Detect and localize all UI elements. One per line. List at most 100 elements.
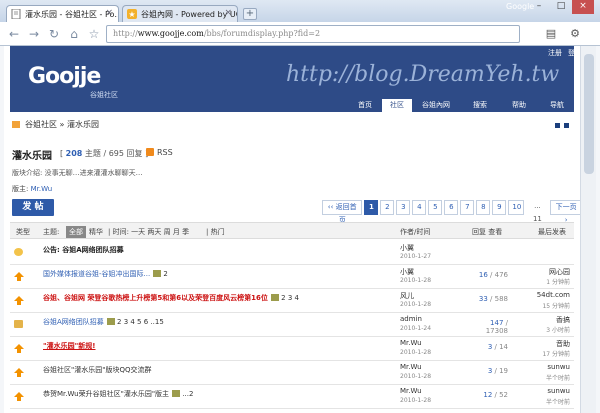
- url-host: www.goojje.com: [137, 29, 204, 38]
- page-link[interactable]: 4: [412, 200, 427, 215]
- thread-title-text[interactable]: 谷姐社区"灌水乐园"版块QQ交流群: [43, 366, 151, 374]
- login-link[interactable]: 登录: [568, 48, 580, 58]
- site-logo[interactable]: Goojje: [28, 64, 101, 89]
- page-menu-icon[interactable]: ▤: [542, 26, 560, 42]
- view-count: / 14: [492, 343, 509, 351]
- close-tab-icon[interactable]: ×: [105, 8, 113, 18]
- layout-toggle-icon[interactable]: [564, 123, 569, 128]
- next-page-link[interactable]: 下一页 ›: [550, 200, 580, 224]
- thread-title[interactable]: 恭贺Mr.Wu荣升谷姐社区"灌水乐园"版主 ...2: [43, 389, 193, 399]
- thread-title[interactable]: 谷姐A网络团队招募 2 3 4 5 6 ..15: [43, 317, 164, 327]
- thread-pages[interactable]: 2 3 4 5 6 ..15: [115, 318, 164, 326]
- nav-intranet[interactable]: 谷姐內网: [412, 99, 460, 112]
- moderators: 版主: Mr.Wu: [12, 184, 52, 194]
- moderator-link[interactable]: Mr.Wu: [31, 185, 53, 193]
- rss-link[interactable]: RSS: [146, 148, 173, 157]
- thread-date: 2010-1-28: [400, 397, 432, 404]
- last-poster[interactable]: 香搞: [514, 315, 570, 325]
- table-row: 版块主题: [10, 409, 574, 413]
- thread-title-text[interactable]: 谷姐、谷姐网 荣登谷歌热榜上升榜第5和第6以及荣登百度风云榜第16位: [43, 294, 268, 302]
- logo-subtitle: 谷姐社区: [90, 91, 118, 99]
- page-icon: [11, 9, 21, 19]
- page-link[interactable]: 8: [476, 200, 491, 215]
- thread-title[interactable]: 公告: 谷姐A网络团队招募: [43, 245, 124, 255]
- thread-author[interactable]: Mr.Wu: [400, 363, 422, 371]
- nav-guide[interactable]: 导航: [538, 99, 576, 112]
- thread-filter-bar: 类型 主题: 全部 精华 | 时间: 一天 两天 周 月 季 | 热门 作者/时…: [10, 222, 574, 239]
- reload-icon[interactable]: ↻: [46, 26, 62, 42]
- address-bar[interactable]: http://www.goojje.com/bbs/forumdisplay.p…: [106, 25, 520, 43]
- thread-title[interactable]: 国外媒体报道谷姐-谷姐冲出国际... 2: [43, 269, 168, 279]
- home-icon[interactable]: ⌂: [66, 26, 82, 42]
- thread-title[interactable]: 谷姐社区"灌水乐园"版块QQ交流群: [43, 365, 151, 375]
- page-link[interactable]: 10: [508, 200, 525, 215]
- filter-type[interactable]: 类型: [16, 227, 30, 237]
- last-poster[interactable]: sunwu: [514, 363, 570, 371]
- thread-title-text[interactable]: 国外媒体报道谷姐-谷姐冲出国际...: [43, 270, 150, 278]
- new-post-button[interactable]: 发 帖: [12, 199, 54, 216]
- register-link[interactable]: 注册: [548, 48, 562, 58]
- scrollbar-thumb[interactable]: [584, 54, 594, 174]
- attachment-icon: [153, 270, 162, 277]
- thread-author[interactable]: admin: [400, 315, 422, 323]
- thread-author[interactable]: Mr.Wu: [400, 339, 422, 347]
- window-controls: – □ ×: [528, 0, 594, 14]
- rss-icon: [146, 148, 154, 156]
- layout-toggle-icon[interactable]: [555, 123, 560, 128]
- page-content: Goojje 谷姐社区 http://blog.DreamYeh.tw 首页 社…: [4, 46, 580, 413]
- nav-help[interactable]: 帮助: [500, 99, 538, 112]
- last-poster[interactable]: 音助: [514, 339, 570, 349]
- thread-author[interactable]: 小翼: [400, 267, 414, 277]
- thread-author[interactable]: Mr.Wu: [400, 387, 422, 395]
- filter-all[interactable]: 全部: [66, 226, 86, 238]
- page-link[interactable]: 3: [396, 200, 411, 215]
- nav-home[interactable]: 首页: [348, 99, 382, 112]
- maximize-icon[interactable]: □: [550, 0, 572, 14]
- page-link[interactable]: 1: [364, 200, 379, 215]
- home-icon[interactable]: [12, 121, 20, 128]
- thread-pages[interactable]: ...2: [180, 390, 193, 398]
- forward-icon[interactable]: →: [26, 26, 42, 42]
- last-poster[interactable]: sunwu: [514, 387, 570, 395]
- breadcrumb-root[interactable]: 谷姐社区: [25, 120, 57, 129]
- thread-title[interactable]: 谷姐、谷姐网 荣登谷歌热榜上升榜第5和第6以及荣登百度风云榜第16位 2 3 4: [43, 293, 299, 303]
- last-page-link[interactable]: ... 11: [526, 200, 549, 223]
- vertical-scrollbar[interactable]: [580, 46, 596, 413]
- filter-time[interactable]: | 时间: 一天 两天 周 月 季: [108, 227, 189, 237]
- nav-search[interactable]: 搜索: [460, 99, 500, 112]
- wrench-menu-icon[interactable]: ⚙: [566, 26, 584, 42]
- thread-title-text[interactable]: 恭贺Mr.Wu荣升谷姐社区"灌水乐园"版主: [43, 390, 169, 398]
- page-link[interactable]: 6: [444, 200, 459, 215]
- page-link[interactable]: 9: [492, 200, 507, 215]
- table-row: 恭贺Mr.Wu荣升谷姐社区"灌水乐园"版主 ...2 Mr.Wu 2010-1-28…: [10, 385, 574, 409]
- last-post-time: 15 分钟前: [542, 303, 570, 310]
- filter-digest[interactable]: 精华: [89, 227, 103, 237]
- thread-pages[interactable]: 2 3 4: [279, 294, 299, 302]
- thread-title-text[interactable]: "灌水乐园"新规!: [43, 342, 96, 350]
- tab-forum[interactable]: 灌水乐园 - 谷姐社区 - Po… ×: [6, 5, 119, 22]
- nav-community[interactable]: 社区: [382, 99, 412, 112]
- minimize-icon[interactable]: –: [528, 0, 550, 14]
- page-link[interactable]: 2: [380, 200, 395, 215]
- first-page-link[interactable]: ‹‹ 返回首页: [322, 200, 363, 224]
- last-post-time: 1 分钟前: [546, 279, 570, 286]
- last-poster[interactable]: 网心园: [514, 267, 570, 277]
- back-icon[interactable]: ←: [6, 26, 22, 42]
- thread-pages[interactable]: 2: [161, 270, 167, 278]
- last-poster[interactable]: 54dt.com: [514, 291, 570, 299]
- thread-title[interactable]: "灌水乐园"新规!: [43, 341, 96, 351]
- page-link[interactable]: 7: [460, 200, 475, 215]
- announcement-icon: [14, 248, 23, 256]
- page-link[interactable]: 5: [428, 200, 443, 215]
- thread-author[interactable]: 风儿: [400, 291, 414, 301]
- new-tab-button[interactable]: +: [243, 8, 257, 20]
- close-window-icon[interactable]: ×: [572, 0, 594, 14]
- thread-author[interactable]: 小翼: [400, 243, 414, 253]
- bookmark-star-icon[interactable]: ☆: [86, 26, 102, 42]
- thread-title-text[interactable]: 谷姐A网络团队招募: [43, 318, 104, 326]
- filter-hot[interactable]: | 热门: [206, 227, 225, 237]
- thread-title-text[interactable]: 公告: 谷姐A网络团队招募: [43, 246, 124, 254]
- tab-intranet[interactable]: ★ 谷姐內网 - Powered by UC… ×: [122, 5, 238, 22]
- post-count: 695: [108, 149, 124, 158]
- close-tab-icon[interactable]: ×: [224, 8, 232, 18]
